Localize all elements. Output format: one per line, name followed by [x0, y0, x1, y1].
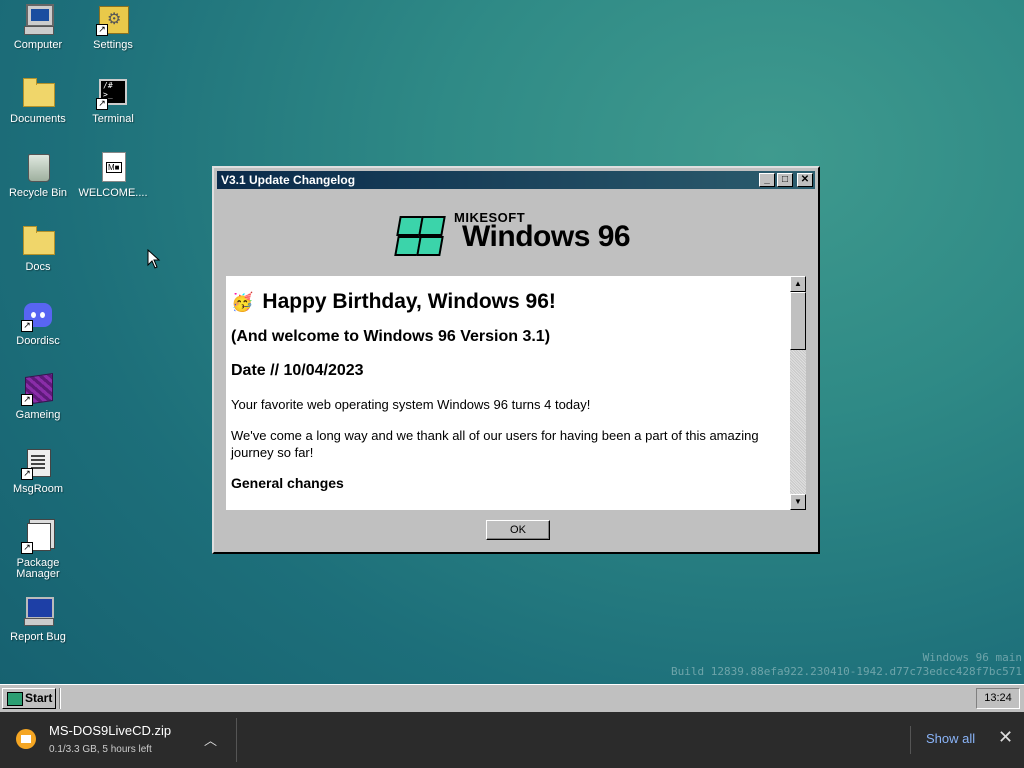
close-download-bar-icon[interactable]: ✕: [998, 727, 1013, 748]
close-button[interactable]: ✕: [797, 173, 813, 187]
changelog-subheading: (And welcome to Windows 96 Version 3.1): [231, 328, 551, 345]
desktop-icon-label: Settings: [93, 39, 133, 51]
taskbar-separator: [59, 688, 61, 709]
build-line: Build 12839.88efa922.230410-1942.d77c73e…: [671, 665, 1022, 678]
desktop-icon-label: Gameing: [15, 409, 61, 421]
desktop-icon-label: MsgRoom: [12, 483, 64, 495]
desktop-icon-terminal[interactable]: /# >_ ↗ Terminal: [76, 76, 150, 125]
start-flag-icon: [7, 692, 23, 706]
heading-text: Happy Birthday, Windows 96!: [262, 290, 556, 313]
desktop-icon-recycle-bin[interactable]: Recycle Bin: [1, 150, 75, 199]
desktop-icon-msgroom[interactable]: ↗ MsgRoom: [1, 446, 75, 495]
desktop-icon-label: WELCOME....: [78, 187, 148, 199]
monitor-bug-icon: [21, 594, 55, 628]
maximize-button[interactable]: □: [777, 173, 793, 187]
desktop-icon-label: Report Bug: [10, 631, 66, 643]
build-watermark: Windows 96 main Build 12839.88efa922.230…: [671, 651, 1022, 679]
desktop-icon-label: Doordisc: [16, 335, 60, 347]
download-separator: [910, 726, 911, 754]
desktop-icon-label: Computer: [13, 39, 63, 51]
chevron-up-icon[interactable]: ︿: [204, 730, 217, 749]
message-icon: ↗: [21, 446, 55, 480]
logo-name: Windows 96: [462, 220, 631, 253]
maximize-icon: □: [781, 174, 789, 185]
download-status: 0.1/3.3 GB, 5 hours left: [49, 744, 152, 755]
zip-file-icon: [16, 729, 36, 749]
computer-icon: [21, 2, 55, 36]
terminal-icon: /# >_ ↗: [96, 76, 130, 110]
scroll-thumb[interactable]: [790, 292, 806, 350]
arrow-up-icon: ▲: [794, 279, 802, 288]
settings-icon: ↗: [96, 2, 130, 36]
window-title: V3.1 Update Changelog: [221, 173, 356, 187]
discord-icon: ↗: [21, 298, 55, 332]
taskbar: Start 13:24: [0, 684, 1024, 712]
desktop-icon-computer[interactable]: Computer: [1, 2, 75, 51]
download-separator: [236, 718, 237, 762]
desktop-icon-label: Documents: [10, 113, 66, 125]
windows96-logo: MIKESOFT Windows 96: [384, 206, 654, 264]
document-icon: [96, 150, 130, 184]
changelog-heading: 🥳 Happy Birthday, Windows 96!: [231, 290, 781, 314]
desktop-icon-label: Terminal: [92, 113, 134, 125]
changelog-date: Date // 10/04/2023: [231, 362, 364, 379]
changelog-content[interactable]: 🥳 Happy Birthday, Windows 96! (And welco…: [226, 276, 806, 510]
changelog-paragraph: We've come a long way and we thank all o…: [231, 428, 759, 460]
scroll-down-button[interactable]: ▼: [790, 494, 806, 510]
folder-icon: [21, 224, 55, 258]
windows-flag-icon: [384, 210, 446, 258]
cube-icon: ↗: [21, 372, 55, 406]
changelog-window[interactable]: V3.1 Update Changelog _ □ ✕ MIKESOFT Win…: [212, 166, 820, 554]
desktop-icon-documents[interactable]: Documents: [1, 76, 75, 125]
desktop-icon-label: Docs: [25, 261, 51, 273]
recycle-bin-icon: [21, 150, 55, 184]
desktop-icon-settings[interactable]: ↗ Settings: [76, 2, 150, 51]
scroll-up-button[interactable]: ▲: [790, 276, 806, 292]
show-all-link[interactable]: Show all: [926, 731, 975, 746]
download-bar: MS-DOS9LiveCD.zip 0.1/3.3 GB, 5 hours le…: [0, 712, 1024, 768]
folder-icon: [21, 76, 55, 110]
section-heading: General changes: [231, 475, 344, 491]
desktop-icon-docs[interactable]: Docs: [1, 224, 75, 273]
changelog-paragraph: Your favorite web operating system Windo…: [231, 397, 591, 412]
taskbar-clock[interactable]: 13:24: [976, 688, 1020, 709]
vertical-scrollbar[interactable]: ▲ ▼: [790, 276, 806, 510]
start-label: Start: [25, 691, 53, 705]
download-file-name[interactable]: MS-DOS9LiveCD.zip: [49, 723, 171, 738]
desktop-icon-gameing[interactable]: ↗ Gameing: [1, 372, 75, 421]
desktop-icon-welcome[interactable]: WELCOME....: [76, 150, 150, 199]
arrow-down-icon: ▼: [794, 497, 802, 506]
desktop-icon-doordisc[interactable]: ↗ Doordisc: [1, 298, 75, 347]
window-titlebar[interactable]: V3.1 Update Changelog _ □ ✕: [217, 171, 815, 189]
minimize-icon: _: [764, 174, 770, 185]
desktop-icon-report-bug[interactable]: Report Bug: [1, 594, 75, 643]
start-button[interactable]: Start: [2, 688, 56, 709]
party-emoji-icon: 🥳: [231, 291, 254, 312]
close-icon: ✕: [800, 174, 810, 185]
desktop-icon-label: Recycle Bin: [8, 187, 68, 199]
desktop-icon-package-manager[interactable]: ↗ Package Manager: [1, 520, 75, 580]
minimize-button[interactable]: _: [759, 173, 775, 187]
desktop-icon-label: Package Manager: [16, 557, 60, 580]
package-icon: ↗: [21, 520, 55, 554]
build-line: Windows 96 main: [922, 651, 1022, 664]
ok-button[interactable]: OK: [486, 520, 550, 540]
